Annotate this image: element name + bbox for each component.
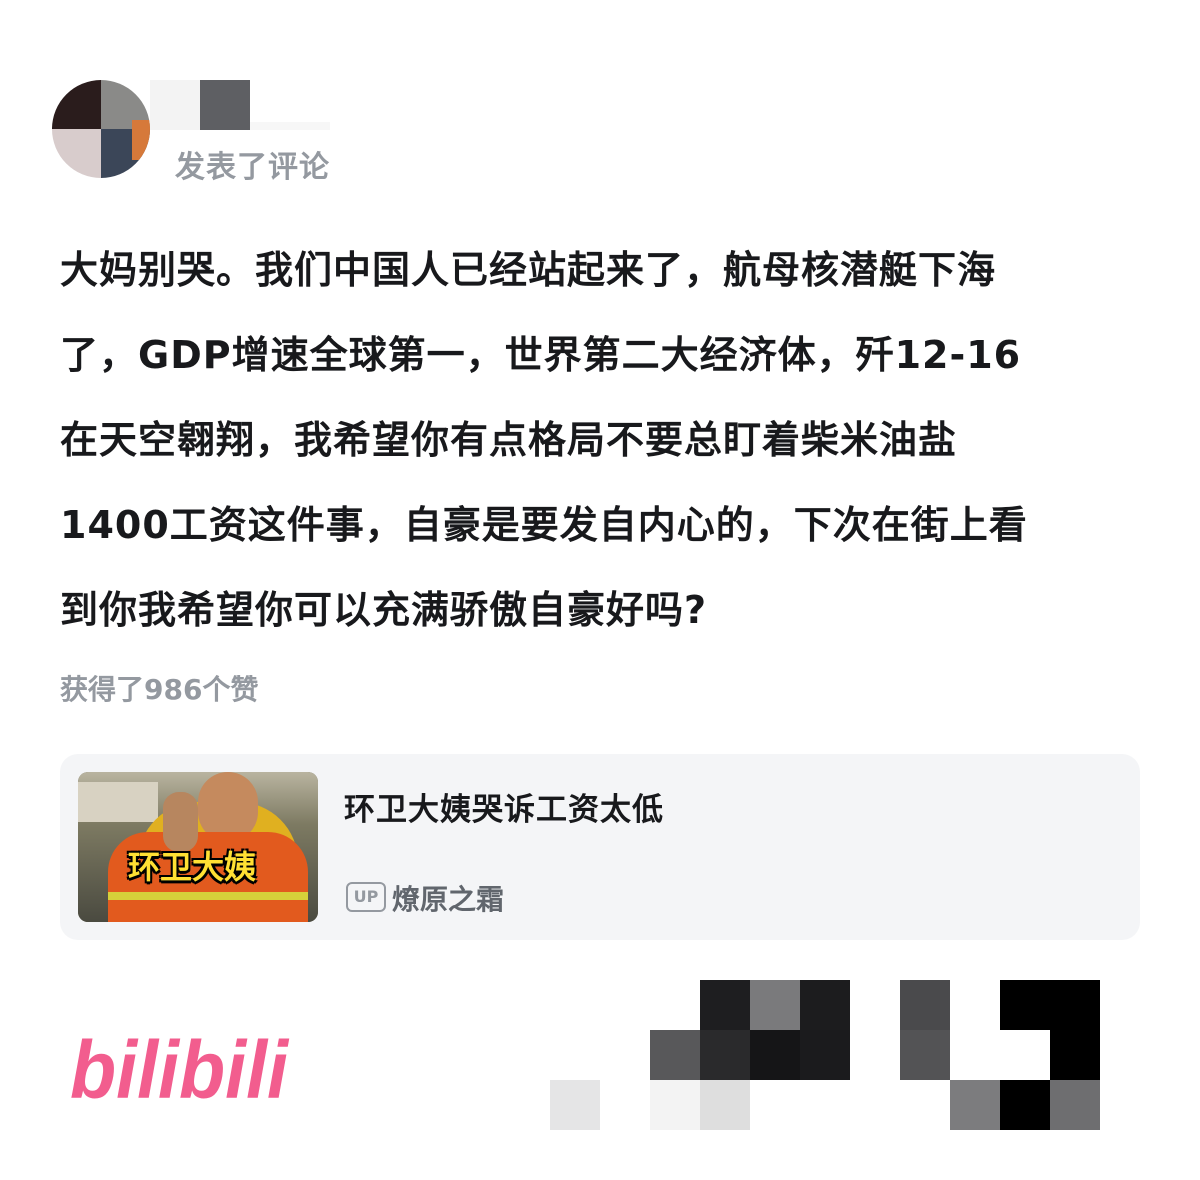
- avatar[interactable]: [52, 80, 150, 178]
- like-count: 获得了986个赞: [60, 673, 259, 706]
- comment-text: 大妈别哭。我们中国人已经站起来了，航母核潜艇下海 了，GDP增速全球第一，世界第…: [60, 228, 1150, 653]
- bilibili-logo: bilibili: [70, 1025, 290, 1112]
- video-title[interactable]: 环卫大姨哭诉工资太低: [344, 784, 664, 829]
- thumbnail-caption: 环卫大姨: [128, 848, 257, 886]
- comment-line: 了，GDP增速全球第一，世界第二大经济体，歼12-16: [60, 333, 1022, 377]
- comment-line: 1400工资这件事，自豪是要发自内心的，下次在街上看: [60, 503, 1028, 547]
- video-thumbnail[interactable]: 环卫大姨: [78, 772, 318, 922]
- comment-line: 大妈别哭。我们中国人已经站起来了，航母核潜艇下海: [60, 248, 997, 292]
- video-card[interactable]: 环卫大姨 环卫大姨哭诉工资太低 UP 燎原之霜: [60, 754, 1140, 940]
- comment-action-label: 发表了评论: [175, 150, 330, 185]
- comment-line: 在天空翱翔，我希望你有点格局不要总盯着柴米油盐: [60, 418, 958, 462]
- uploader-name[interactable]: 燎原之霜: [392, 878, 504, 918]
- comment-line: 到你我希望你可以充满骄傲自豪好吗?: [60, 588, 708, 632]
- logo-text: bilibili: [70, 1025, 290, 1112]
- up-icon: UP: [346, 882, 386, 912]
